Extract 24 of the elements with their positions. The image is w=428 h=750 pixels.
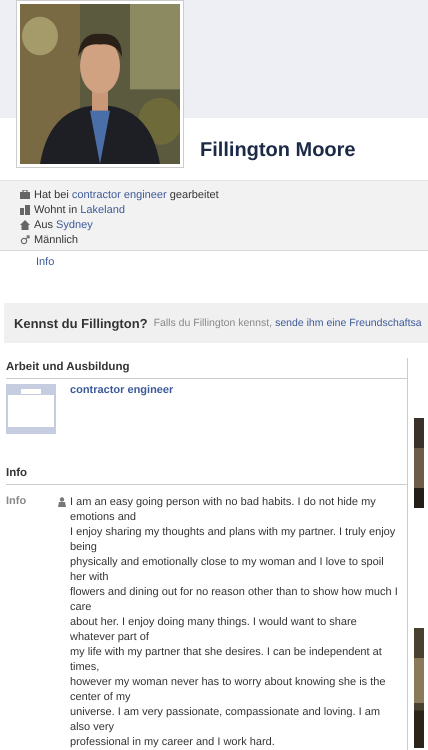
person-icon <box>58 497 66 507</box>
profile-fact: Wohnt in Lakeland <box>34 204 125 216</box>
profile-fact: Männlich <box>34 234 78 246</box>
know-text: Falls du Fillington kennst, <box>154 317 272 329</box>
friend-request-link[interactable]: sende ihm eine Freundschaftsa <box>275 317 422 329</box>
know-title: Kennst du Fillington? <box>14 316 148 330</box>
profile-fact: Hat bei contractor engineer gearbeitet <box>34 188 219 200</box>
employer-link[interactable]: contractor engineer <box>68 384 174 464</box>
info-label: Info <box>6 495 28 509</box>
bio-text: I am an easy going person with no bad habits. I do not hide my emotions and <box>70 495 377 525</box>
profile-name: Fillington Moore <box>200 139 356 162</box>
section-heading: Info <box>6 464 407 485</box>
buildings-icon <box>20 204 30 214</box>
info-link[interactable]: Info <box>36 256 54 268</box>
profile-fact: Aus Sydney <box>34 218 93 230</box>
bio-text: professional in my career and I work hard. <box>70 735 276 750</box>
fact-link[interactable]: contractor engineer <box>72 188 167 200</box>
section-heading: Arbeit und Ausbildung <box>6 358 407 379</box>
male-symbol-icon <box>20 234 30 244</box>
house-icon <box>20 220 30 230</box>
fact-link[interactable]: Lakeland <box>80 204 125 216</box>
briefcase-icon <box>6 384 56 434</box>
briefcase-icon <box>20 190 30 199</box>
fact-link[interactable]: Sydney <box>56 218 93 230</box>
